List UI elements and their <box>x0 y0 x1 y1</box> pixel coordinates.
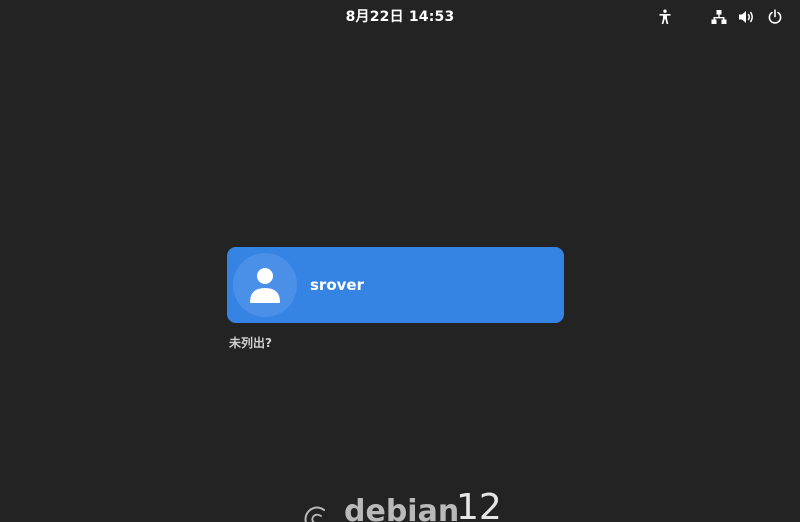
avatar <box>233 253 297 317</box>
distro-name: debian <box>344 494 460 522</box>
network-wired-icon[interactable] <box>709 7 729 27</box>
login-screen: 8月22日 14:53 srover 未列出? debian 12 <box>0 0 800 522</box>
top-bar: 8月22日 14:53 <box>0 0 800 34</box>
volume-icon[interactable] <box>737 7 757 27</box>
user-avatar-icon <box>250 268 280 303</box>
power-icon[interactable] <box>765 7 785 27</box>
distro-logo: debian 12 <box>300 488 510 522</box>
clock[interactable]: 8月22日 14:53 <box>340 7 460 27</box>
not-listed-link[interactable]: 未列出? <box>229 334 272 352</box>
user-list-item[interactable]: srover <box>227 247 564 323</box>
debian-swirl-icon <box>304 506 325 522</box>
distro-version: 12 <box>456 487 502 522</box>
accessibility-icon[interactable] <box>655 7 675 27</box>
user-name: srover <box>310 276 364 294</box>
